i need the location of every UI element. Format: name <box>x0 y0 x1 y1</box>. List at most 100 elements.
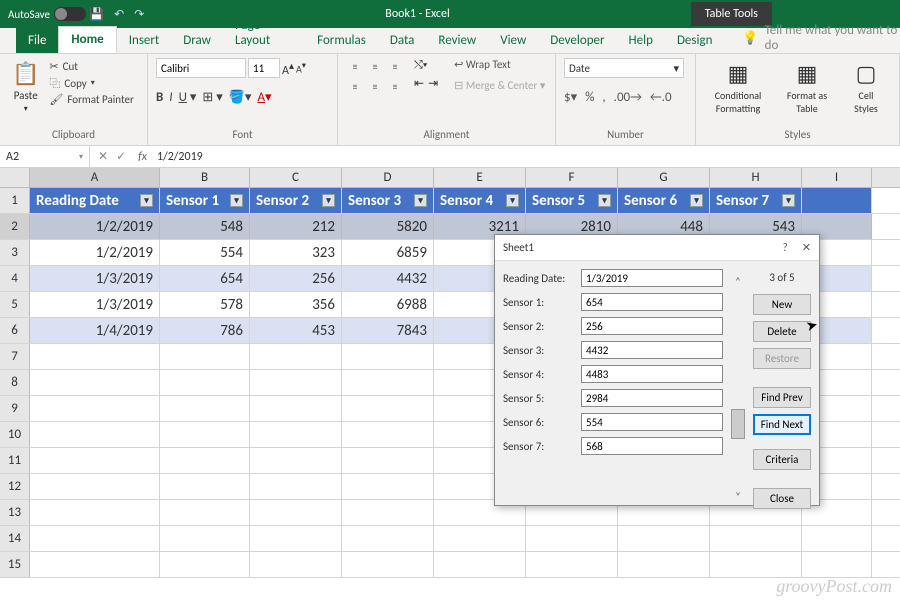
cell[interactable]: 786 <box>160 318 250 343</box>
close-button[interactable]: Close <box>753 488 811 509</box>
table-header[interactable]: Sensor 1▾ <box>160 188 250 213</box>
filter-icon[interactable]: ▾ <box>414 194 427 207</box>
cell[interactable] <box>160 552 250 577</box>
decrease-font-icon[interactable]: A▾ <box>296 60 306 75</box>
select-all-corner[interactable] <box>0 168 30 187</box>
cell[interactable]: 4432 <box>342 266 434 291</box>
form-field-input[interactable] <box>581 389 723 407</box>
tab-data[interactable]: Data <box>378 28 427 53</box>
new-button[interactable]: New <box>753 294 811 315</box>
cell[interactable]: 323 <box>250 240 342 265</box>
row-header[interactable]: 9 <box>0 396 30 421</box>
cell[interactable] <box>342 448 434 473</box>
filter-icon[interactable]: ▾ <box>598 194 611 207</box>
col-header-H[interactable]: H <box>710 168 802 187</box>
col-header-B[interactable]: B <box>160 168 250 187</box>
cell[interactable] <box>618 552 710 577</box>
cell[interactable] <box>434 526 526 551</box>
scroll-thumb[interactable] <box>731 409 745 439</box>
bold-button[interactable]: B <box>156 90 163 105</box>
cell[interactable] <box>434 552 526 577</box>
row-header[interactable]: 15 <box>0 552 30 577</box>
row-header[interactable]: 11 <box>0 448 30 473</box>
cell[interactable] <box>250 344 342 369</box>
cell[interactable] <box>30 526 160 551</box>
tab-help[interactable]: Help <box>617 28 665 53</box>
tab-view[interactable]: View <box>488 28 538 53</box>
cell[interactable] <box>250 448 342 473</box>
decrease-indent-button[interactable]: ⇤ <box>414 76 424 91</box>
form-field-input[interactable] <box>581 317 723 335</box>
form-field-input[interactable] <box>581 341 723 359</box>
fill-color-button[interactable]: 🪣▾ <box>229 90 252 105</box>
tab-draw[interactable]: Draw <box>171 28 223 53</box>
cell[interactable]: 212 <box>250 214 342 239</box>
row-header[interactable]: 7 <box>0 344 30 369</box>
scroll-up-icon[interactable]: ˄ <box>735 275 741 288</box>
row-header[interactable]: 4 <box>0 266 30 291</box>
number-format-select[interactable]: Date▾ <box>564 58 684 78</box>
find-next-button[interactable]: Find Next <box>753 414 811 435</box>
cell[interactable]: 554 <box>160 240 250 265</box>
filter-icon[interactable]: ▾ <box>782 194 795 207</box>
cell[interactable] <box>30 474 160 499</box>
cell[interactable] <box>802 526 872 551</box>
cell[interactable] <box>250 552 342 577</box>
cell[interactable]: 256 <box>250 266 342 291</box>
cell[interactable] <box>526 526 618 551</box>
cell[interactable] <box>342 552 434 577</box>
cell[interactable] <box>710 552 802 577</box>
decrease-decimal-button[interactable]: ←.0 <box>650 90 672 105</box>
form-field-input[interactable] <box>581 365 723 383</box>
fx-icon[interactable]: fx <box>134 150 151 164</box>
currency-button[interactable]: $▾ <box>564 90 577 105</box>
cell[interactable] <box>30 344 160 369</box>
font-color-button[interactable]: A▾ <box>257 90 271 105</box>
cell[interactable] <box>160 370 250 395</box>
format-painter-button[interactable]: 🖌Format Painter <box>49 93 133 106</box>
empty-row[interactable]: 14 <box>0 526 900 552</box>
italic-button[interactable]: I <box>169 90 172 105</box>
help-icon[interactable]: ? <box>783 241 788 254</box>
cell[interactable] <box>618 526 710 551</box>
merge-center-button[interactable]: ⊟ Merge & Center ▾ <box>454 79 545 92</box>
form-field-input[interactable] <box>581 413 723 431</box>
table-header[interactable]: Sensor 4▾ <box>434 188 526 213</box>
criteria-button[interactable]: Criteria <box>753 449 811 470</box>
row-header[interactable]: 6 <box>0 318 30 343</box>
cell[interactable] <box>342 500 434 525</box>
tab-formulas[interactable]: Formulas <box>305 28 378 53</box>
col-header-A[interactable]: A <box>30 168 160 187</box>
cell[interactable] <box>160 526 250 551</box>
conditional-formatting-button[interactable]: ▦Conditional Formatting <box>704 58 772 117</box>
col-header-E[interactable]: E <box>434 168 526 187</box>
form-scrollbar[interactable]: ˄ ˅ <box>731 269 745 509</box>
cell[interactable] <box>342 344 434 369</box>
cell[interactable] <box>250 474 342 499</box>
cell[interactable]: 5820 <box>342 214 434 239</box>
table-header[interactable]: Sensor 5▾ <box>526 188 618 213</box>
underline-button[interactable]: U ▾ <box>179 90 197 105</box>
cell[interactable]: 1/2/2019 <box>30 214 160 239</box>
percent-button[interactable]: % <box>585 90 594 105</box>
tab-design[interactable]: Design <box>665 28 724 53</box>
cell[interactable] <box>342 370 434 395</box>
cell[interactable] <box>30 396 160 421</box>
col-header-F[interactable]: F <box>526 168 618 187</box>
cell[interactable]: 7843 <box>342 318 434 343</box>
cell[interactable]: 1/3/2019 <box>30 266 160 291</box>
col-header-C[interactable]: C <box>250 168 342 187</box>
font-name-select[interactable] <box>156 58 246 78</box>
autosave-toggle[interactable]: AutoSave Off <box>8 7 73 21</box>
cell[interactable] <box>160 396 250 421</box>
tell-me-search[interactable]: 💡 Tell me what you want to do <box>742 23 900 53</box>
cut-button[interactable]: ✂Cut <box>49 60 133 73</box>
wrap-text-button[interactable]: ↩ Wrap Text <box>454 58 545 71</box>
cell[interactable]: 356 <box>250 292 342 317</box>
cell[interactable] <box>160 344 250 369</box>
filter-icon[interactable]: ▾ <box>690 194 703 207</box>
table-header[interactable]: Sensor 7▾ <box>710 188 802 213</box>
orientation-button[interactable]: ⤭▾ <box>414 58 438 72</box>
row-header[interactable]: 12 <box>0 474 30 499</box>
cell[interactable]: 654 <box>160 266 250 291</box>
